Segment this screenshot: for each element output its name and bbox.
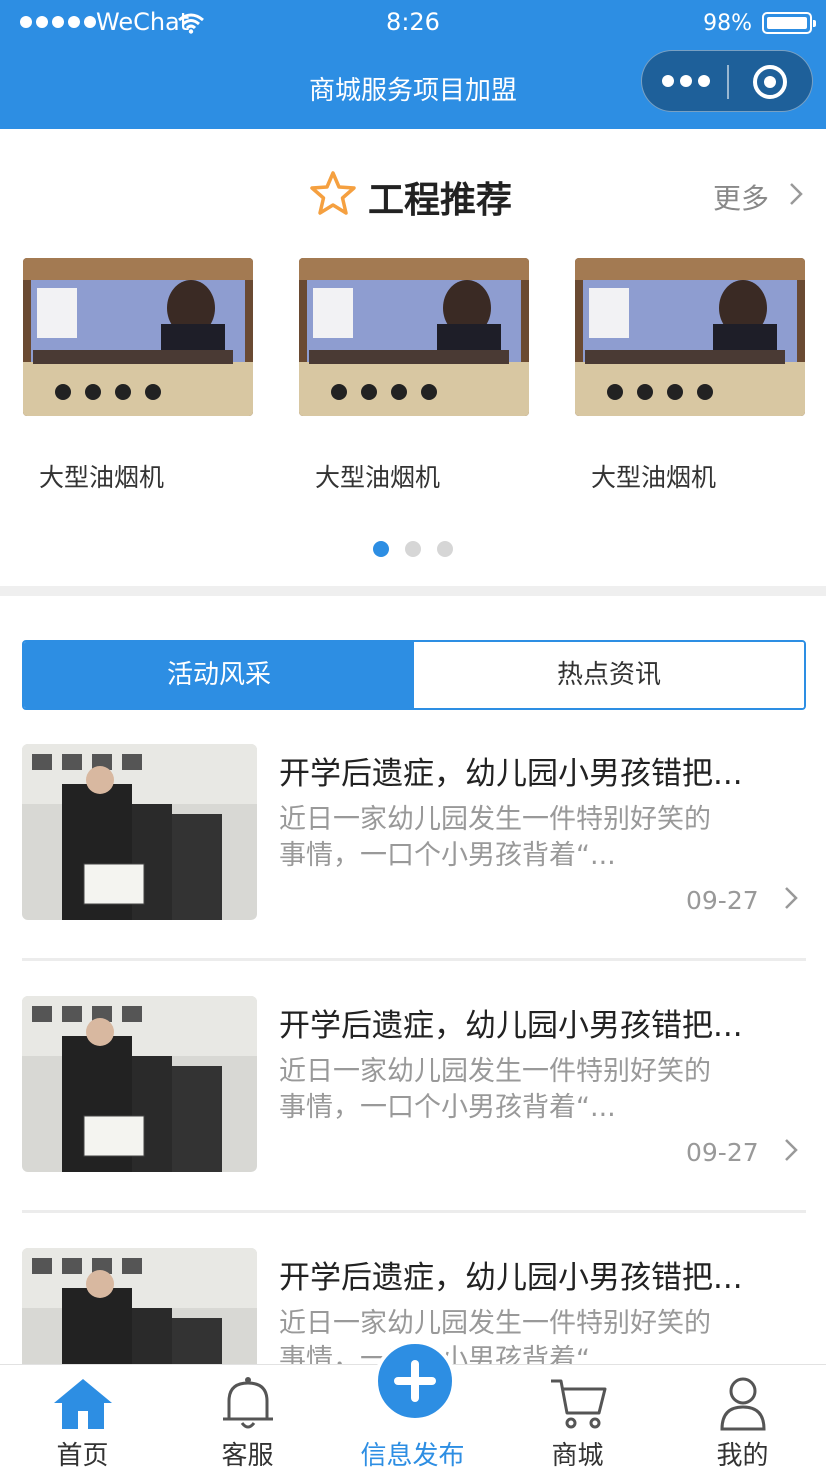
tabbar-label: 客服 bbox=[221, 1441, 274, 1471]
chevron-right-icon bbox=[785, 887, 798, 909]
section-divider bbox=[0, 586, 826, 596]
tabbar-label: 首页 bbox=[56, 1441, 109, 1471]
tabbar-item-profile[interactable]: 我的 bbox=[660, 1365, 825, 1472]
chevron-right-icon[interactable] bbox=[786, 181, 806, 207]
battery-icon bbox=[762, 12, 816, 34]
more-menu-button[interactable] bbox=[662, 75, 710, 87]
carousel-pager[interactable] bbox=[0, 541, 826, 559]
tab-hot-news[interactable]: 热点资讯 bbox=[414, 642, 804, 708]
recommend-carousel[interactable]: 大型油烟机 大型油烟机 大型油烟机 bbox=[0, 258, 826, 498]
news-headline: 开学后遗症，幼儿园小男孩错把... bbox=[279, 1260, 743, 1296]
miniprogram-capsule bbox=[641, 50, 813, 112]
more-link[interactable]: 更多 bbox=[713, 177, 769, 217]
user-icon bbox=[719, 1377, 766, 1431]
event-photo bbox=[575, 258, 805, 416]
event-photo bbox=[23, 258, 253, 416]
plus-icon[interactable] bbox=[374, 1340, 456, 1422]
news-summary: 近日一家幼儿园发生一件特别好笑的事情，一口个小男孩背着“... bbox=[279, 804, 711, 871]
tabbar-item-mall[interactable]: 商城 bbox=[495, 1365, 660, 1472]
news-headline: 开学后遗症，幼儿园小男孩错把... bbox=[279, 756, 743, 792]
news-date: 09-27 bbox=[686, 1138, 759, 1167]
pager-dot[interactable] bbox=[437, 541, 453, 557]
home-icon bbox=[53, 1379, 112, 1429]
tabbar-item-home[interactable]: 首页 bbox=[0, 1365, 165, 1472]
tabbar-label: 我的 bbox=[716, 1441, 769, 1471]
top-bar: WeChat 8:26 98% 商城服务项目加盟 bbox=[0, 0, 826, 129]
page: WeChat 8:26 98% 商城服务项目加盟 工程推荐 更多 大型油烟机 大… bbox=[0, 0, 826, 1472]
news-thumbnail bbox=[22, 744, 257, 920]
pager-dot-active[interactable] bbox=[373, 541, 389, 557]
capsule-divider bbox=[727, 65, 729, 99]
recommend-card-label: 大型油烟机 bbox=[39, 463, 165, 492]
news-headline: 开学后遗症，幼儿园小男孩错把... bbox=[279, 1008, 743, 1044]
recommend-card[interactable]: 大型油烟机 bbox=[575, 258, 805, 492]
battery-percent: 98% bbox=[703, 11, 752, 36]
tab-activities[interactable]: 活动风采 bbox=[24, 642, 414, 708]
news-date: 09-27 bbox=[686, 886, 759, 915]
recommend-card-label: 大型油烟机 bbox=[315, 463, 441, 492]
bell-icon bbox=[222, 1377, 273, 1429]
pager-dot[interactable] bbox=[405, 541, 421, 557]
event-photo bbox=[299, 258, 529, 416]
news-tabs: 活动风采 热点资讯 bbox=[22, 640, 806, 710]
recommend-card[interactable]: 大型油烟机 bbox=[23, 258, 253, 492]
tabbar-label: 商城 bbox=[551, 1441, 604, 1471]
tabbar-item-service[interactable]: 客服 bbox=[165, 1365, 330, 1472]
status-time: 8:26 bbox=[386, 8, 440, 36]
star-icon bbox=[310, 171, 356, 215]
close-miniprogram-button[interactable] bbox=[753, 65, 787, 99]
recommend-header: 工程推荐 更多 bbox=[0, 165, 826, 225]
list-divider bbox=[22, 958, 806, 961]
cart-icon bbox=[550, 1379, 606, 1429]
chevron-right-icon bbox=[785, 1139, 798, 1161]
status-bar: WeChat 8:26 98% bbox=[0, 0, 826, 46]
news-summary: 近日一家幼儿园发生一件特别好笑的事情，一口个小男孩背着“... bbox=[279, 1056, 711, 1123]
list-item[interactable]: 开学后遗症，幼儿园小男孩错把... 近日一家幼儿园发生一件特别好笑的事情，一口个… bbox=[22, 996, 806, 1216]
recommend-card[interactable]: 大型油烟机 bbox=[299, 258, 529, 492]
news-thumbnail bbox=[22, 996, 257, 1172]
tabbar-label: 信息发布 bbox=[360, 1441, 465, 1471]
list-item[interactable]: 开学后遗症，幼儿园小男孩错把... 近日一家幼儿园发生一件特别好笑的事情，一口个… bbox=[22, 744, 806, 964]
list-divider bbox=[22, 1210, 806, 1213]
recommend-title: 工程推荐 bbox=[368, 180, 513, 221]
recommend-card-label: 大型油烟机 bbox=[591, 463, 717, 492]
